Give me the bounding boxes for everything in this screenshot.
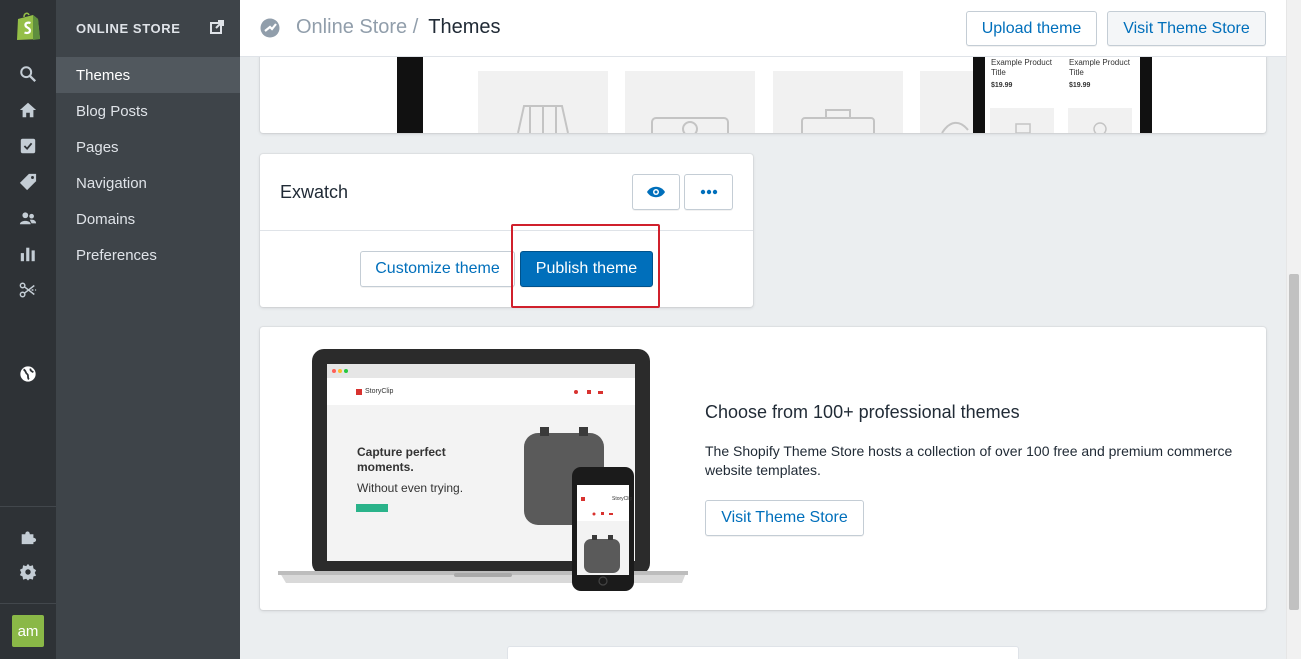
search-icon[interactable] — [18, 64, 38, 84]
sidebar-header: ONLINE STORE — [56, 0, 240, 57]
sidebar-item-pages[interactable]: Pages — [56, 129, 240, 165]
promo-title: Choose from 100+ professional themes — [705, 402, 1020, 422]
preview-product-title-2: Example Product Title — [1069, 58, 1130, 77]
home-icon[interactable] — [18, 100, 38, 120]
theme-card-exwatch: Exwatch Customize theme Publish theme — [260, 154, 753, 307]
theme-name: Exwatch — [280, 182, 349, 202]
illustration-brand: StoryClip — [365, 388, 394, 395]
preview-product-price-1: $19.99 — [991, 82, 1013, 89]
preview-product-title-1: Example Product Title — [991, 58, 1052, 77]
sidebar-item-navigation[interactable]: Navigation — [56, 165, 240, 201]
sidebar-title: ONLINE STORE — [76, 21, 181, 36]
page-title: Themes — [428, 16, 501, 38]
sidebar-item-preferences[interactable]: Preferences — [56, 237, 240, 273]
illustration-headline: Capture perfect moments. — [357, 445, 446, 474]
breadcrumb: Online Store / Themes — [260, 16, 501, 39]
orders-icon[interactable] — [18, 136, 38, 156]
globe-icon[interactable] — [18, 364, 38, 384]
sidebar-item-blog-posts[interactable]: Blog Posts — [56, 93, 240, 129]
preview-product-price-2: $19.99 — [1069, 82, 1091, 89]
analytics-icon[interactable] — [18, 244, 38, 264]
sidebar-item-domains[interactable]: Domains — [56, 201, 240, 237]
upload-theme-button[interactable]: Upload theme — [966, 11, 1097, 46]
visit-theme-store-button[interactable]: Visit Theme Store — [1107, 11, 1266, 46]
avatar[interactable]: am — [12, 615, 44, 647]
online-store-icon — [260, 18, 280, 37]
promo-text: The Shopify Theme Store hosts a collecti… — [705, 443, 1233, 478]
page-header: Online Store / Themes Upload theme Visit… — [240, 0, 1286, 57]
tag-icon[interactable] — [18, 172, 38, 192]
promo-visit-theme-store-button[interactable]: Visit Theme Store — [705, 500, 864, 536]
sidebar: ONLINE STORE Themes Blog Posts Pages Nav… — [56, 0, 240, 659]
apps-icon[interactable] — [18, 526, 38, 546]
page-scrollbar[interactable] — [1286, 0, 1301, 659]
customers-icon[interactable] — [18, 208, 38, 228]
sidebar-item-themes[interactable]: Themes — [56, 57, 240, 93]
customize-theme-button[interactable]: Customize theme — [360, 251, 515, 287]
illustration-phone-brand: StoryClip — [612, 496, 633, 502]
ellipsis-icon — [700, 189, 717, 195]
preview-button[interactable] — [632, 174, 680, 210]
breadcrumb-parent[interactable]: Online Store / — [296, 16, 418, 39]
card-divider — [260, 230, 753, 231]
external-link-icon[interactable] — [210, 20, 224, 34]
next-card — [507, 646, 1019, 659]
scrollbar-thumb[interactable] — [1289, 274, 1299, 610]
icon-rail: am — [0, 0, 56, 659]
more-actions-button[interactable] — [684, 174, 733, 210]
eye-icon — [647, 186, 665, 198]
highlight-box — [511, 224, 660, 308]
settings-icon[interactable] — [18, 562, 38, 582]
discounts-icon[interactable] — [18, 280, 38, 300]
shopify-logo[interactable] — [15, 11, 41, 41]
laptop-illustration — [278, 349, 688, 591]
illustration-subline: Without even trying. — [357, 481, 464, 495]
